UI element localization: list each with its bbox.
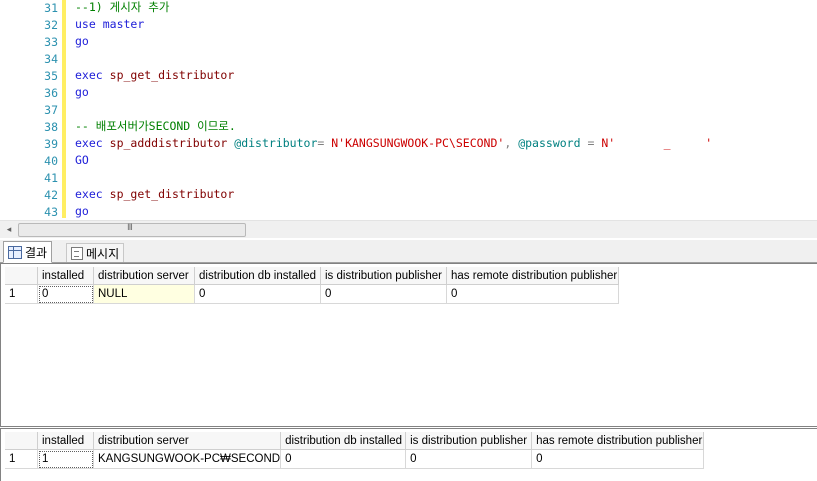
column-header[interactable]: has remote distribution publisher xyxy=(531,432,705,450)
code-token: _ xyxy=(663,136,671,150)
code-area[interactable]: --1) 게시자 추가 use master go exec sp_get_distr… xyxy=(75,0,817,220)
line-number: 39 xyxy=(44,137,58,151)
table-cell[interactable]: NULL xyxy=(93,284,195,304)
column-header[interactable]: installed xyxy=(37,267,94,285)
code-token: --1) 게시자 추가 xyxy=(75,0,170,14)
line-number: 38 xyxy=(44,120,58,134)
code-token: go xyxy=(75,34,89,48)
code-token: go xyxy=(75,204,89,218)
code-token: exec xyxy=(75,68,103,82)
table-cell[interactable]: 1 xyxy=(37,449,94,469)
line-number: 35 xyxy=(44,69,58,83)
code-token: exec xyxy=(75,187,103,201)
code-token: @password xyxy=(518,136,581,150)
row-number[interactable]: 1 xyxy=(5,449,38,469)
line-number: 43 xyxy=(44,205,58,219)
code-token: @distributor xyxy=(234,136,318,150)
line-number-gutter: 31 32 33 34 35 36 37 38 39 40 41 42 43 xyxy=(0,0,62,220)
line-number: 41 xyxy=(44,171,58,185)
code-line[interactable]: use master xyxy=(75,16,144,33)
code-token: go xyxy=(75,85,89,99)
line-number: 42 xyxy=(44,188,58,202)
table-row[interactable]: 1 0 NULL 0 0 0 xyxy=(5,284,619,304)
tab-results-label: 결과 xyxy=(25,245,48,260)
scroll-left-arrow-icon[interactable]: ◂ xyxy=(3,224,15,236)
row-header-corner[interactable] xyxy=(5,432,38,450)
table-cell[interactable]: 0 xyxy=(531,449,705,469)
grid-icon xyxy=(8,245,22,259)
code-line[interactable]: GO xyxy=(75,152,89,169)
line-number: 31 xyxy=(44,1,58,15)
code-token: -- 배포서버가SECOND 이므로. xyxy=(75,119,236,133)
result-table-2[interactable]: installed distribution server distributi… xyxy=(5,432,705,469)
line-number: 32 xyxy=(44,18,58,32)
code-line[interactable]: exec sp_get_distributor xyxy=(75,67,234,84)
column-header[interactable]: is distribution publisher xyxy=(320,267,447,285)
column-header[interactable]: has remote distribution publisher xyxy=(446,267,619,285)
code-token: exec xyxy=(75,136,103,150)
code-line[interactable]: -- 배포서버가SECOND 이므로. xyxy=(75,118,236,135)
results-tab-strip: 결과 메시지 xyxy=(0,240,817,263)
result-grid-1[interactable]: installed distribution server distributi… xyxy=(0,263,817,427)
message-icon xyxy=(71,246,83,260)
code-line[interactable]: go xyxy=(75,84,89,101)
line-number: 36 xyxy=(44,86,58,100)
result-table-1[interactable]: installed distribution server distributi… xyxy=(5,267,619,304)
table-cell[interactable]: 0 xyxy=(37,284,94,304)
code-line[interactable]: exec sp_adddistributor @distributor= N'K… xyxy=(75,135,712,152)
line-number: 40 xyxy=(44,154,58,168)
column-header[interactable]: distribution server xyxy=(93,267,195,285)
code-token: use xyxy=(75,17,96,31)
header-row: installed distribution server distributi… xyxy=(5,267,619,285)
table-cell[interactable]: 0 xyxy=(446,284,619,304)
line-number: 37 xyxy=(44,103,58,117)
code-line[interactable]: go xyxy=(75,33,89,50)
row-number[interactable]: 1 xyxy=(5,284,38,304)
code-token: N' xyxy=(594,136,616,150)
code-line[interactable]: go xyxy=(75,203,89,220)
code-token: ' xyxy=(705,136,713,150)
code-token: N'KANGSUNGWOOK-PC\SECOND' xyxy=(324,136,505,150)
table-cell[interactable]: KANGSUNGWOOK-PC₩SECOND xyxy=(93,449,282,469)
query-editor[interactable]: 31 32 33 34 35 36 37 38 39 40 41 42 43 --1) 게시자 추가 us… xyxy=(0,0,817,220)
code-token: sp_get_distributor xyxy=(109,68,235,82)
horizontal-scrollbar[interactable]: ◂ III xyxy=(0,220,817,238)
code-token: sp_adddistributor xyxy=(109,136,228,150)
tab-messages-label: 메시지 xyxy=(86,246,120,261)
scrollbar-thumb[interactable]: III xyxy=(18,223,246,237)
column-header[interactable]: is distribution publisher xyxy=(405,432,533,450)
tab-messages[interactable]: 메시지 xyxy=(66,243,125,262)
column-header[interactable]: installed xyxy=(37,432,94,450)
table-cell[interactable]: 0 xyxy=(194,284,321,304)
column-header[interactable]: distribution db installed xyxy=(194,267,321,285)
tab-results[interactable]: 결과 xyxy=(3,241,53,263)
code-line[interactable]: --1) 게시자 추가 xyxy=(75,0,169,16)
result-grid-2[interactable]: installed distribution server distributi… xyxy=(0,428,817,481)
line-number: 33 xyxy=(44,35,58,49)
header-row: installed distribution server distributi… xyxy=(5,432,705,450)
line-number: 34 xyxy=(44,52,58,66)
column-header[interactable]: distribution db installed xyxy=(280,432,407,450)
table-cell[interactable]: 0 xyxy=(320,284,447,304)
table-cell[interactable]: 0 xyxy=(405,449,533,469)
row-header-corner[interactable] xyxy=(5,267,38,285)
code-token: sp_get_distributor xyxy=(109,187,235,201)
scrollbar-grip-icon: III xyxy=(127,223,133,233)
change-tracking-bar xyxy=(62,0,66,218)
table-cell[interactable]: 0 xyxy=(280,449,407,469)
code-token: master xyxy=(102,17,145,31)
table-row[interactable]: 1 1 KANGSUNGWOOK-PC₩SECOND 0 0 0 xyxy=(5,449,705,469)
code-line[interactable]: exec sp_get_distributor xyxy=(75,186,234,203)
column-header[interactable]: distribution server xyxy=(93,432,282,450)
code-token: GO xyxy=(75,153,89,167)
